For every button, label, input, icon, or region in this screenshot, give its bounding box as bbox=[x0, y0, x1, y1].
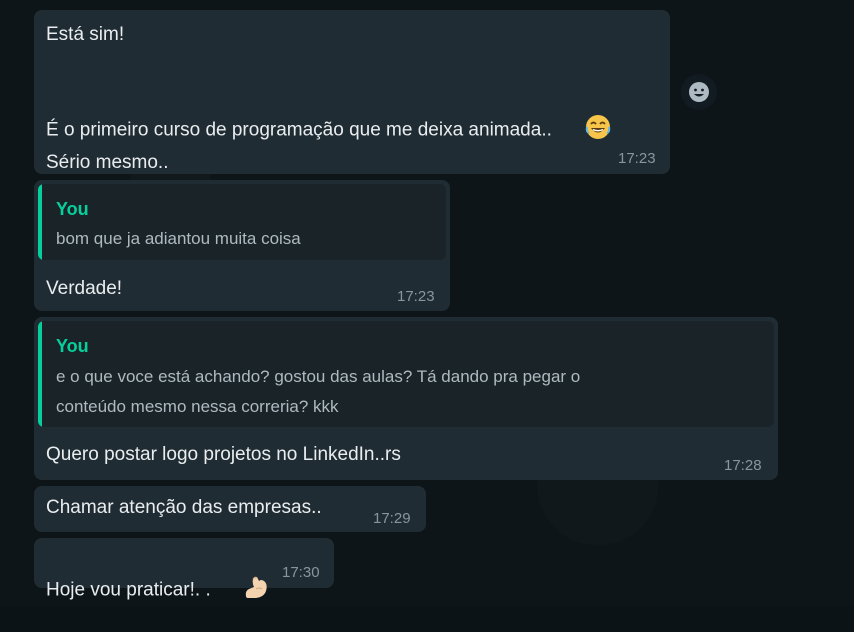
quote-accent-bar bbox=[38, 321, 42, 427]
quote-text: bom que ja adiantou muita coisa bbox=[56, 229, 301, 248]
quote-author: You bbox=[56, 199, 89, 219]
message-text: Hoje vou praticar!. . bbox=[46, 579, 211, 601]
quoted-message[interactable]: You bom que ja adiantou muita coisa bbox=[38, 184, 446, 260]
quote-author: You bbox=[56, 336, 89, 356]
quote-text: conteúdo mesmo nessa correria? kkk bbox=[56, 397, 339, 416]
laughing-face-icon bbox=[552, 89, 612, 172]
message-text: Verdade! bbox=[46, 278, 123, 299]
message-time: 17:29 bbox=[373, 510, 411, 527]
message-bubble[interactable]: You e o que voce está achando? gostou da… bbox=[34, 317, 778, 480]
message-bubble[interactable]: Chamar atenção das empresas.. 17:29 bbox=[34, 486, 426, 532]
quoted-message[interactable]: You e o que voce está achando? gostou da… bbox=[38, 321, 774, 427]
smiley-icon bbox=[689, 82, 709, 102]
message-bubble[interactable]: Está sim! É o primeiro curso de programa… bbox=[34, 10, 670, 174]
message-time: 17:28 bbox=[724, 457, 762, 474]
react-button[interactable] bbox=[681, 74, 717, 110]
message-text: Quero postar logo projetos no LinkedIn..… bbox=[46, 444, 401, 465]
message-text: Chamar atenção das empresas.. bbox=[46, 497, 322, 518]
message-time: 17:23 bbox=[397, 288, 435, 305]
quote-text: e o que voce está achando? gostou das au… bbox=[56, 367, 581, 386]
message-bubble[interactable]: You bom que ja adiantou muita coisa Verd… bbox=[34, 180, 450, 311]
message-time: 17:23 bbox=[618, 150, 656, 167]
message-line: Sério mesmo.. bbox=[46, 152, 169, 173]
message-time: 17:30 bbox=[282, 564, 320, 581]
message-text: É o primeiro curso de programação que me… bbox=[46, 119, 552, 141]
flexed-biceps-icon bbox=[211, 549, 271, 632]
quote-accent-bar bbox=[38, 184, 42, 260]
message-line: Está sim! bbox=[46, 24, 125, 45]
message-line: Hoje vou praticar!. . bbox=[46, 549, 270, 632]
message-bubble[interactable]: Hoje vou praticar!. . 17:30 bbox=[34, 538, 334, 601]
